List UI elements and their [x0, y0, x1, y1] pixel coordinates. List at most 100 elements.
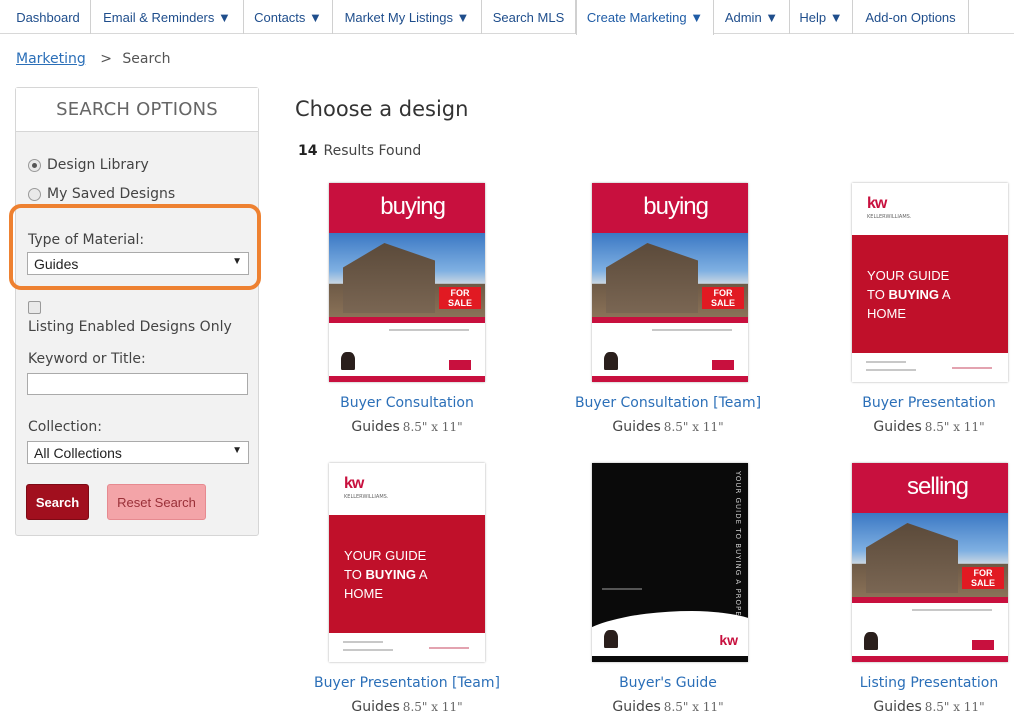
design-size: 8.5" x 11" — [663, 420, 724, 434]
design-meta: Guides 8.5" x 11" — [873, 699, 984, 715]
cover-line — [912, 609, 992, 611]
nav-admin[interactable]: Admin ▼ — [714, 0, 790, 34]
design-thumbnail[interactable]: selling FOR SALE — [852, 463, 1008, 662]
design-library-option[interactable]: Design Library — [28, 157, 149, 173]
cover-line — [429, 647, 469, 649]
design-meta: Guides 8.5" x 11" — [351, 699, 462, 715]
design-title[interactable]: Listing Presentation — [860, 675, 999, 691]
breadcrumb: Marketing > Search — [16, 51, 171, 67]
design-title[interactable]: Buyer Presentation [Team] — [314, 675, 500, 691]
dropdown-arrow-icon: ▼ — [232, 256, 242, 267]
cover-title: selling — [906, 473, 969, 500]
design-title[interactable]: Buyer's Guide — [619, 675, 717, 691]
guide-line-2-post: A — [939, 287, 951, 302]
design-thumbnail[interactable]: kw KELLERWILLIAMS. YOUR GUIDE TO BUYING … — [329, 463, 485, 662]
for-sale-sign: FOR SALE — [702, 287, 744, 309]
search-button[interactable]: Search — [26, 484, 89, 520]
design-size: 8.5" x 11" — [663, 700, 724, 714]
design-type: Guides — [873, 699, 922, 715]
guide-line-3: HOME — [344, 586, 383, 601]
saved-designs-option[interactable]: My Saved Designs — [28, 186, 175, 202]
for-sale-sign: FOR SALE — [439, 287, 481, 309]
brand-logo — [449, 360, 471, 370]
cover-footer — [329, 376, 485, 382]
cover-line — [343, 641, 383, 643]
results-count: 14 Results Found — [298, 143, 421, 159]
agent-photo — [341, 352, 355, 370]
guide-line-2: TO BUYING A — [867, 285, 951, 304]
design-type: Guides — [873, 419, 922, 435]
saved-designs-label: My Saved Designs — [47, 186, 176, 202]
nav-add-on-options[interactable]: Add-on Options — [853, 0, 969, 34]
cover-footer — [592, 656, 748, 662]
nav-market-my-listings[interactable]: Market My Listings ▼ — [333, 0, 482, 34]
guide-line-2-post: A — [416, 567, 428, 582]
search-options-panel: SEARCH OPTIONS Design Library My Saved D… — [15, 87, 259, 536]
page-title: Choose a design — [295, 97, 469, 121]
for-sale-sign: FOR SALE — [962, 567, 1004, 589]
design-type: Guides — [351, 699, 400, 715]
collection-select[interactable]: All Collections ▼ — [27, 441, 249, 464]
design-meta: Guides 8.5" x 11" — [873, 419, 984, 435]
listing-enabled-label: Listing Enabled Designs Only — [28, 319, 232, 335]
cover-line — [343, 649, 393, 651]
guide-line-1: YOUR GUIDE — [344, 548, 427, 563]
breadcrumb-marketing-link[interactable]: Marketing — [16, 51, 86, 67]
design-title[interactable]: Buyer Presentation — [862, 395, 996, 411]
nav-create-marketing[interactable]: Create Marketing ▼ — [576, 0, 714, 35]
cover-line — [602, 588, 642, 590]
kw-logo-subtext: KELLERWILLIAMS. — [867, 214, 912, 220]
design-thumbnail[interactable]: YOUR GUIDE TO BUYING A PROPERTY kw — [592, 463, 748, 662]
keyword-label: Keyword or Title: — [28, 351, 146, 367]
cover-line — [866, 369, 916, 371]
guide-line-2-pre: TO — [344, 567, 366, 582]
design-title[interactable]: Buyer Consultation [Team] — [575, 395, 761, 411]
nav-email-reminders[interactable]: Email & Reminders ▼ — [91, 0, 244, 34]
kw-logo-subtext: KELLERWILLIAMS. — [344, 494, 389, 500]
design-title[interactable]: Buyer Consultation — [340, 395, 474, 411]
guide-line-2: TO BUYING A — [344, 565, 428, 584]
design-thumbnail[interactable]: kw KELLERWILLIAMS. YOUR GUIDE TO BUYING … — [852, 183, 1008, 382]
cover-strip — [329, 317, 485, 323]
brand-logo — [972, 640, 994, 650]
design-type: Guides — [612, 699, 661, 715]
nav-help[interactable]: Help ▼ — [790, 0, 853, 34]
design-thumbnail[interactable]: buying FOR SALE — [592, 183, 748, 382]
guide-line-3: HOME — [867, 306, 906, 321]
kw-logo: kw — [719, 632, 738, 648]
guide-line-2-pre: TO — [867, 287, 889, 302]
cover-title: buying — [643, 193, 709, 220]
guide-line-1: YOUR GUIDE — [867, 268, 950, 283]
saved-designs-radio[interactable] — [28, 187, 41, 201]
design-meta: Guides 8.5" x 11" — [351, 419, 462, 435]
results-number: 14 — [298, 143, 318, 159]
design-meta: Guides 8.5" x 11" — [612, 699, 723, 715]
reset-search-button[interactable]: Reset Search — [107, 484, 206, 520]
design-size: 8.5" x 11" — [402, 700, 463, 714]
cover-line — [389, 329, 469, 331]
design-library-radio[interactable] — [28, 158, 41, 172]
collection-label: Collection: — [28, 419, 102, 435]
nav-search-mls[interactable]: Search MLS — [482, 0, 576, 34]
design-meta: Guides 8.5" x 11" — [612, 419, 723, 435]
nav-dashboard[interactable]: Dashboard — [6, 0, 91, 34]
keyword-input[interactable] — [27, 373, 248, 395]
breadcrumb-separator: > — [100, 51, 112, 67]
cover-strip — [592, 317, 748, 323]
design-thumbnail[interactable]: buying FOR SALE — [329, 183, 485, 382]
type-of-material-select[interactable]: Guides ▼ — [27, 252, 249, 275]
listing-enabled-checkbox[interactable] — [28, 301, 41, 314]
cover-line — [652, 329, 732, 331]
dropdown-arrow-icon: ▼ — [232, 445, 242, 456]
cover-line — [866, 361, 906, 363]
nav-contacts[interactable]: Contacts ▼ — [244, 0, 333, 34]
cover-vertical-title: YOUR GUIDE TO BUYING A PROPERTY — [734, 471, 742, 633]
design-size: 8.5" x 11" — [924, 420, 985, 434]
type-of-material-label: Type of Material: — [28, 232, 145, 248]
design-size: 8.5" x 11" — [924, 700, 985, 714]
search-options-title: SEARCH OPTIONS — [16, 88, 258, 132]
guide-line-2-bold: BUYING — [365, 567, 416, 582]
cover-line — [952, 367, 992, 369]
kw-logo: kw — [867, 195, 887, 212]
agent-photo — [604, 352, 618, 370]
